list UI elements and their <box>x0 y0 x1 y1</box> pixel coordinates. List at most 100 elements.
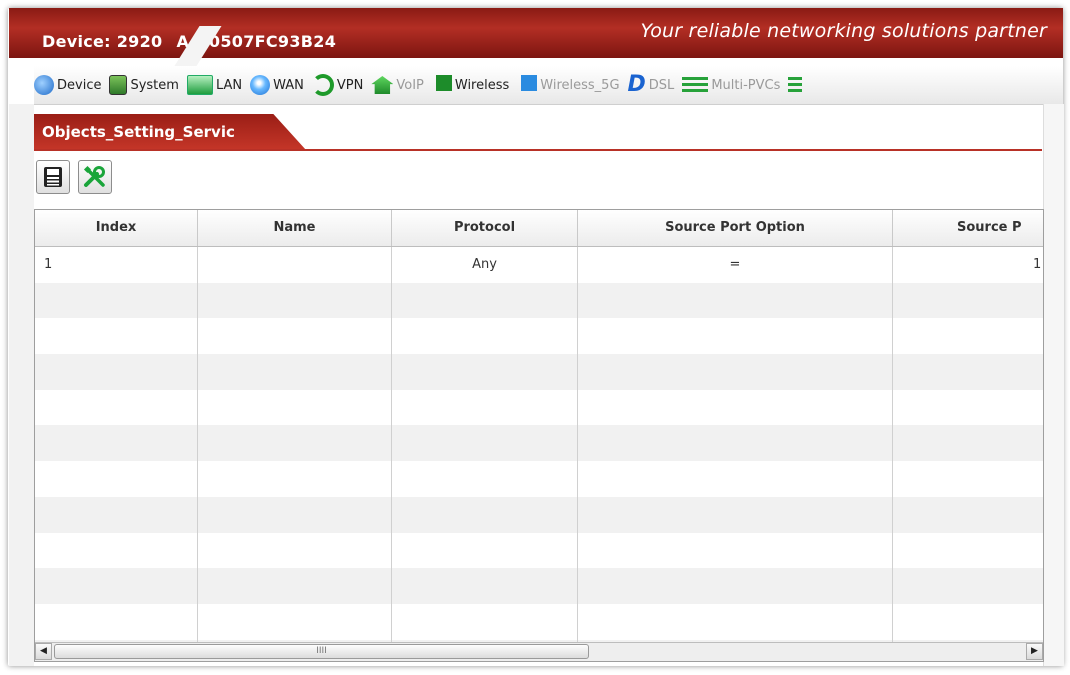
table-row[interactable] <box>35 318 1043 355</box>
nav-label: Wireless <box>454 77 510 93</box>
nav-label: LAN <box>215 77 243 93</box>
table-cell <box>893 497 1043 533</box>
nav-item-multi-pvcs[interactable]: Multi-PVCs <box>682 77 780 93</box>
table-cell <box>893 283 1043 319</box>
monitor-icon <box>186 75 213 95</box>
table-cell <box>578 568 893 604</box>
vpn-icon <box>311 74 334 96</box>
table-cell <box>578 496 893 533</box>
table-cell <box>198 318 392 355</box>
table-cell <box>893 461 1043 497</box>
table-row[interactable] <box>35 354 1043 390</box>
table-cell <box>578 603 893 640</box>
nav-item-system[interactable]: System <box>109 75 179 95</box>
nav-item-device[interactable]: Device <box>34 75 101 95</box>
table-cell <box>35 496 198 533</box>
column-header-index[interactable]: Index <box>35 210 198 246</box>
table-row[interactable] <box>35 496 1043 533</box>
services-grid: Index Name Protocol Source Port Option S… <box>34 209 1044 662</box>
scroll-thumb[interactable]: IIII <box>54 644 589 659</box>
table-row[interactable]: 1 Any = 1 <box>35 247 1043 283</box>
nav-label: VoIP <box>396 77 424 93</box>
scroll-right-button[interactable]: ▶ <box>1026 643 1043 660</box>
nav-label: Multi-PVCs <box>711 77 781 93</box>
column-header-protocol[interactable]: Protocol <box>392 210 578 246</box>
table-cell <box>392 354 578 390</box>
table-cell <box>392 603 578 640</box>
table-row[interactable] <box>35 568 1043 604</box>
table-row[interactable] <box>35 603 1043 640</box>
grid-body: 1 Any = 1 <box>35 247 1043 661</box>
nav-label: VPN <box>336 77 364 93</box>
wireless-icon <box>517 75 538 95</box>
table-row[interactable] <box>35 461 1043 497</box>
table-row[interactable] <box>35 282 1043 319</box>
table-cell <box>35 354 198 390</box>
scroll-left-button[interactable]: ◀ <box>35 643 52 660</box>
system-icon <box>109 75 128 95</box>
table-cell <box>35 568 198 604</box>
table-cell <box>392 318 578 355</box>
table-cell <box>893 533 1043 569</box>
left-rail <box>9 104 34 666</box>
table-cell <box>392 461 578 497</box>
table-row[interactable] <box>35 389 1043 426</box>
globe-icon <box>34 75 54 95</box>
nav-item-lan[interactable]: LAN <box>186 75 243 95</box>
tools-icon <box>83 165 105 187</box>
grid-header: Index Name Protocol Source Port Option S… <box>35 210 1043 247</box>
table-cell <box>893 354 1043 390</box>
tab-title: Objects_Setting_Servic <box>42 123 235 141</box>
tab-underline <box>34 149 1042 151</box>
table-cell <box>198 389 392 426</box>
horizontal-scrollbar[interactable]: ◀ IIII ▶ <box>35 642 1043 661</box>
device-model: Device: 2920 <box>42 32 163 51</box>
table-cell <box>198 425 392 462</box>
nav-item-vpn[interactable]: VPN <box>311 74 364 96</box>
nav-item-voip[interactable]: VoIP <box>371 76 424 94</box>
table-cell <box>198 282 392 319</box>
table-cell <box>35 425 198 462</box>
table-cell <box>35 282 198 319</box>
table-cell <box>392 496 578 533</box>
table-cell <box>392 568 578 604</box>
header-banner: Device: 2920 A_00507FC93B24 Your reliable… <box>9 8 1063 66</box>
table-cell <box>893 568 1043 604</box>
nav-item-wireless[interactable]: Wireless <box>431 75 510 95</box>
table-cell <box>893 604 1043 640</box>
nav-item-wan[interactable]: WAN <box>250 75 304 95</box>
globe-icon <box>250 75 271 95</box>
tab-objects-setting-service[interactable]: Objects_Setting_Servic <box>34 114 306 150</box>
cell-name <box>198 247 392 283</box>
nav-item-wireless-5g[interactable]: Wireless_5G <box>517 75 620 95</box>
table-cell <box>578 425 893 462</box>
table-cell <box>198 568 392 604</box>
save-icon <box>44 167 62 187</box>
table-row[interactable] <box>35 425 1043 462</box>
nav-label: DSL <box>648 77 675 93</box>
wireless-icon <box>431 75 452 95</box>
table-cell <box>578 389 893 426</box>
table-cell <box>893 318 1043 354</box>
nav-label: System <box>130 77 179 93</box>
dsl-icon: D <box>627 72 646 97</box>
table-cell <box>35 389 198 426</box>
table-cell <box>198 603 392 640</box>
table-cell <box>392 282 578 319</box>
table-cell <box>392 425 578 462</box>
nav-label: Wireless_5G <box>540 77 620 93</box>
cell-index: 1 <box>35 247 198 283</box>
column-header-name[interactable]: Name <box>198 210 392 246</box>
nav-item-dsl[interactable]: D DSL <box>627 72 675 97</box>
lines-icon <box>682 77 709 93</box>
table-cell <box>578 532 893 569</box>
column-header-source-port[interactable]: Source P <box>893 210 1043 246</box>
table-cell <box>198 354 392 390</box>
nav-label: WAN <box>273 77 304 93</box>
table-row[interactable] <box>35 532 1043 569</box>
save-button[interactable] <box>36 160 70 194</box>
column-header-source-port-option[interactable]: Source Port Option <box>578 210 893 246</box>
nav-item-more[interactable] <box>788 77 803 93</box>
tools-button[interactable] <box>78 160 112 194</box>
table-cell <box>578 282 893 319</box>
